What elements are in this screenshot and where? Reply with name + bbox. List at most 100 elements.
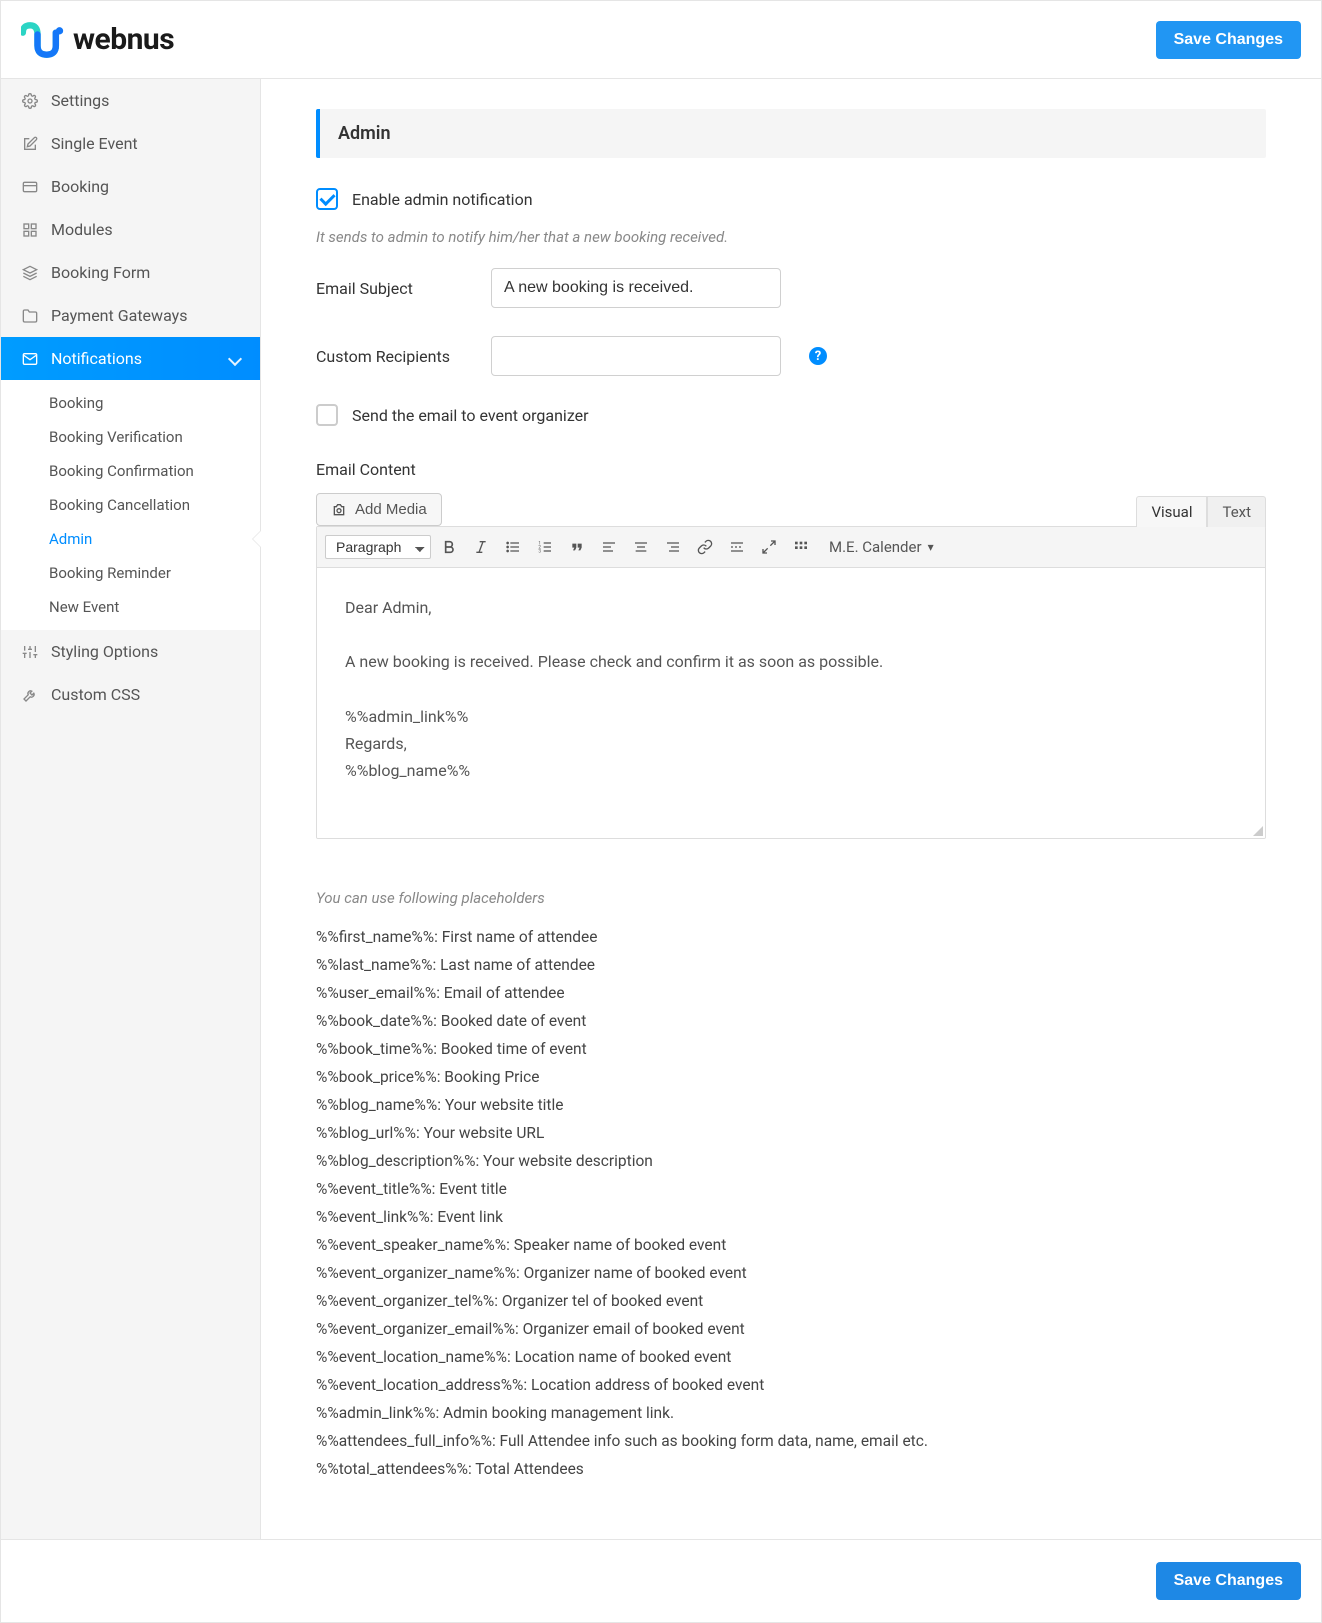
email-content-textarea[interactable]: Dear Admin, A new booking is received. P… (317, 568, 1265, 838)
sidebar-item-label: Single Event (51, 134, 138, 153)
help-icon[interactable]: ? (809, 347, 827, 365)
sidebar-item-booking[interactable]: Booking (1, 165, 260, 208)
placeholder-item: %%blog_description%%: Your website descr… (316, 1149, 1266, 1173)
panel-title: Admin (316, 109, 1266, 158)
add-media-label: Add Media (355, 501, 427, 518)
placeholders-intro: You can use following placeholders (316, 889, 1266, 907)
sub-item-booking[interactable]: Booking (1, 386, 260, 420)
align-left-button[interactable] (595, 533, 623, 561)
sidebar-item-label: Payment Gateways (51, 306, 187, 325)
sidebar-item-notifications[interactable]: Notifications (1, 337, 260, 380)
placeholder-item: %%first_name%%: First name of attendee (316, 925, 1266, 949)
enable-admin-notification-checkbox[interactable] (316, 188, 338, 210)
tab-text[interactable]: Text (1207, 496, 1266, 527)
sidebar-item-modules[interactable]: Modules (1, 208, 260, 251)
placeholder-item: %%book_price%%: Booking Price (316, 1065, 1266, 1089)
align-right-button[interactable] (659, 533, 687, 561)
sidebar-item-label: Notifications (51, 349, 142, 368)
sidebar-item-settings[interactable]: Settings (1, 79, 260, 122)
send-to-organizer-checkbox[interactable] (316, 404, 338, 426)
header: webnus ® Save Changes (1, 1, 1321, 79)
placeholder-item: %%event_location_name%%: Location name o… (316, 1345, 1266, 1369)
sub-item-booking-verification[interactable]: Booking Verification (1, 420, 260, 454)
sidebar-item-styling[interactable]: Styling Options (1, 630, 260, 673)
custom-recipients-label: Custom Recipients (316, 347, 471, 366)
link-button[interactable] (691, 533, 719, 561)
sidebar-item-single-event[interactable]: Single Event (1, 122, 260, 165)
media-icon (331, 502, 347, 518)
placeholder-item: %%event_location_address%%: Location add… (316, 1373, 1266, 1397)
content-area: Admin Enable admin notification It sends… (261, 79, 1321, 1539)
placeholder-item: %%admin_link%%: Admin booking management… (316, 1401, 1266, 1425)
save-button-top[interactable]: Save Changes (1156, 21, 1301, 59)
logo-icon (21, 22, 65, 58)
fullscreen-button[interactable] (755, 533, 783, 561)
enable-admin-notification-label: Enable admin notification (352, 190, 533, 209)
sidebar-item-payment-gateways[interactable]: Payment Gateways (1, 294, 260, 337)
bold-button[interactable] (435, 533, 463, 561)
gear-icon (21, 92, 39, 110)
sidebar: Settings Single Event Booking Modules Bo… (1, 79, 261, 1539)
mail-icon (21, 350, 39, 368)
blockquote-button[interactable] (563, 533, 591, 561)
numbered-list-button[interactable]: 123 (531, 533, 559, 561)
placeholder-item: %%blog_name%%: Your website title (316, 1093, 1266, 1117)
placeholders-list: %%first_name%%: First name of attendee%%… (316, 925, 1266, 1481)
sidebar-item-label: Styling Options (51, 642, 158, 661)
placeholder-item: %%event_speaker_name%%: Speaker name of … (316, 1233, 1266, 1257)
placeholder-item: %%book_date%%: Booked date of event (316, 1009, 1266, 1033)
sidebar-submenu: Booking Booking Verification Booking Con… (1, 380, 260, 630)
placeholder-item: %%last_name%%: Last name of attendee (316, 953, 1266, 977)
placeholder-item: %%event_organizer_name%%: Organizer name… (316, 1261, 1266, 1285)
edit-icon (21, 135, 39, 153)
chevron-down-icon (228, 351, 242, 365)
sidebar-item-label: Custom CSS (51, 685, 140, 704)
email-content-label: Email Content (316, 460, 1266, 479)
email-subject-input[interactable] (491, 268, 781, 308)
placeholder-item: %%attendees_full_info%%: Full Attendee i… (316, 1429, 1266, 1453)
paragraph-select[interactable]: Paragraph (325, 535, 431, 559)
bullet-list-button[interactable] (499, 533, 527, 561)
sliders-icon (21, 643, 39, 661)
sidebar-item-booking-form[interactable]: Booking Form (1, 251, 260, 294)
sidebar-item-label: Booking (51, 177, 109, 196)
italic-button[interactable] (467, 533, 495, 561)
brand-logo: webnus ® (21, 22, 174, 58)
placeholder-item: %%book_time%%: Booked time of event (316, 1037, 1266, 1061)
sub-item-booking-reminder[interactable]: Booking Reminder (1, 556, 260, 590)
tab-visual[interactable]: Visual (1136, 496, 1207, 527)
layers-icon (21, 264, 39, 282)
placeholder-item: %%event_organizer_tel%%: Organizer tel o… (316, 1289, 1266, 1313)
toolbar-toggle-button[interactable] (787, 533, 815, 561)
sub-item-new-event[interactable]: New Event (1, 590, 260, 624)
sidebar-item-label: Settings (51, 91, 109, 110)
wrench-icon (21, 686, 39, 704)
svg-text:3: 3 (538, 548, 541, 554)
sidebar-item-label: Modules (51, 220, 113, 239)
email-subject-label: Email Subject (316, 279, 471, 298)
card-icon (21, 178, 39, 196)
sidebar-item-custom-css[interactable]: Custom CSS (1, 673, 260, 716)
sub-item-admin[interactable]: Admin (1, 522, 260, 556)
resize-handle[interactable] (1253, 826, 1263, 836)
save-button-bottom[interactable]: Save Changes (1156, 1562, 1301, 1600)
read-more-button[interactable] (723, 533, 751, 561)
sub-item-booking-confirmation[interactable]: Booking Confirmation (1, 454, 260, 488)
folder-icon (21, 307, 39, 325)
placeholder-item: %%event_title%%: Event title (316, 1177, 1266, 1201)
align-center-button[interactable] (627, 533, 655, 561)
rich-text-editor: Paragraph 123 M.E. Calender (316, 526, 1266, 839)
placeholder-item: %%total_attendees%%: Total Attendees (316, 1457, 1266, 1481)
me-calendar-dropdown[interactable]: M.E. Calender (829, 538, 934, 556)
sidebar-item-label: Booking Form (51, 263, 150, 282)
placeholder-item: %%blog_url%%: Your website URL (316, 1121, 1266, 1145)
placeholder-item: %%event_link%%: Event link (316, 1205, 1266, 1229)
send-to-organizer-label: Send the email to event organizer (352, 406, 589, 425)
add-media-button[interactable]: Add Media (316, 493, 442, 526)
custom-recipients-input[interactable] (491, 336, 781, 376)
placeholder-item: %%event_organizer_email%%: Organizer ema… (316, 1317, 1266, 1341)
grid-icon (21, 221, 39, 239)
editor-tabs: Visual Text (1136, 496, 1266, 527)
sub-item-booking-cancellation[interactable]: Booking Cancellation (1, 488, 260, 522)
footer: Save Changes (1, 1539, 1321, 1622)
